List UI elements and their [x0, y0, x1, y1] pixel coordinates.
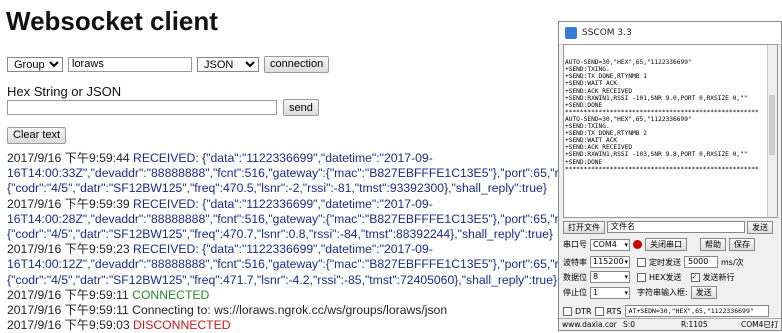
dtr-checkbox[interactable]	[563, 306, 572, 316]
file-name-field[interactable]: 文件名	[607, 221, 745, 233]
baud-label: 波特率	[563, 257, 587, 267]
sscom-title: SSCOM 3.3	[582, 28, 632, 38]
databits-label: 数据位	[563, 272, 587, 282]
stopbits-select[interactable]: 1	[590, 286, 630, 299]
terminal-scrollbar[interactable]	[767, 45, 777, 217]
rts-checkbox[interactable]	[594, 306, 604, 316]
serial-terminal[interactable]: AUTO-SEND=30,"HEX",65,"1122336699" +SEND…	[563, 44, 778, 218]
port-select[interactable]: COM4	[590, 238, 630, 251]
log-line: {"codr":"4/5","datr":"SF12BW125","freq":…	[7, 226, 554, 241]
log-line: 16T14:00:33Z","devaddr":"88888888","fcnt…	[7, 166, 572, 181]
log-line: 2017/9/16 下午9:59:44 RECEIVED: {"data":"1…	[7, 151, 433, 165]
databits-select[interactable]: 8	[590, 271, 630, 283]
send-button[interactable]: send	[283, 99, 319, 116]
input-label: 字符串输入框:	[637, 288, 688, 297]
send-string-input[interactable]: AT+SEDN=30,"HEX",65,"1122336699"	[624, 305, 769, 317]
dtr-label: DTR	[575, 306, 592, 316]
log-line: {"codr":"4/5","datr":"SF12BW125","freq":…	[7, 181, 547, 196]
terminal-text: AUTO-SEND=30,"HEX",65,"1122336699" +SEND…	[565, 59, 759, 173]
sscom-send-button[interactable]: 发送	[690, 286, 717, 299]
stopbits-label: 停止位	[563, 288, 587, 297]
log-line: 2017/9/16 下午9:59:39 RECEIVED: {"data":"1…	[7, 196, 433, 211]
status-website: www.daxia.cor	[562, 320, 617, 329]
send-file-button[interactable]: 发送	[747, 221, 773, 234]
port-status-indicator-icon	[633, 240, 642, 249]
connection-button[interactable]: connection	[264, 55, 330, 73]
log-line: 2017/9/16 下午9:59:11 Connecting to: ws://…	[7, 302, 448, 317]
page-title: Websocket client	[6, 6, 218, 36]
timed-send-checkbox[interactable]	[637, 257, 646, 267]
send-controls: send	[7, 99, 319, 116]
newline-label: 发送新行	[702, 272, 735, 282]
port-row: 串口号 COM4 关闭串口 帮助 保存	[563, 238, 755, 251]
stopbits-row: 停止位 1 字符串输入框: 发送	[563, 286, 717, 299]
scrollbar-thumb[interactable]	[769, 95, 775, 155]
format-select[interactable]: JSON	[197, 56, 259, 72]
status-bar: www.daxia.cor S:0 R:1105 COM4已打	[559, 318, 781, 330]
open-file-button[interactable]: 打开文件	[563, 221, 605, 234]
interval-input[interactable]: 5000	[684, 256, 718, 268]
log-line: {"codr":"4/5","datr":"SF12BW125","freq":…	[7, 272, 558, 287]
databits-row: 数据位 8 HEX发送 发送新行	[563, 271, 735, 283]
timed-send-label: 定时发送	[649, 257, 681, 267]
rts-label: RTS	[606, 306, 622, 316]
hex-send-label: HEX发送	[649, 272, 682, 282]
log-line: 16T14:00:28Z","devaddr":"88888888","fcnt…	[7, 211, 572, 226]
group-name-input[interactable]	[68, 56, 192, 72]
sscom-window: SSCOM 3.3 AUTO-SEND=30,"HEX",65,"1122336…	[558, 21, 782, 331]
newline-checkbox[interactable]	[690, 272, 700, 282]
clear-text-button[interactable]: Clear text	[7, 126, 67, 144]
port-label: 串口号	[563, 240, 587, 249]
save-button[interactable]: 保存	[729, 238, 755, 251]
status-received-count: R:1105	[681, 320, 708, 329]
status-port-state: COM4已打	[741, 320, 779, 329]
group-type-select[interactable]: Group	[7, 56, 63, 72]
baud-select[interactable]: 115200	[590, 256, 630, 268]
file-row: 打开文件 文件名 发送	[563, 221, 773, 234]
status-sent-count: S:0	[623, 320, 636, 329]
help-button[interactable]: 帮助	[700, 238, 726, 251]
sscom-titlebar[interactable]: SSCOM 3.3	[559, 22, 781, 45]
log-line: 2017/9/16 下午9:59:23 RECEIVED: {"data":"1…	[7, 242, 433, 257]
app-icon	[565, 27, 577, 39]
log-line: 16T14:00:12Z","devaddr":"88888888","fcnt…	[7, 257, 572, 272]
close-port-button[interactable]: 关闭串口	[645, 238, 687, 251]
hex-input-label: Hex String or JSON	[7, 84, 122, 99]
connection-controls: Group JSON connection	[7, 55, 330, 73]
hex-json-input[interactable]	[7, 100, 277, 115]
log-line: 2017/9/16 下午9:59:11 CONNECTED	[7, 287, 210, 302]
signals-row: DTR RTS AT+SEDN=30,"HEX",65,"1122336699"	[563, 305, 769, 317]
hex-send-checkbox[interactable]	[637, 272, 646, 282]
interval-unit: ms/次	[721, 257, 744, 267]
baud-row: 波特率 115200 定时发送 5000 ms/次	[563, 256, 744, 268]
message-log: 2017/9/16 下午9:59:44 RECEIVED: {"data":"1…	[7, 151, 572, 333]
